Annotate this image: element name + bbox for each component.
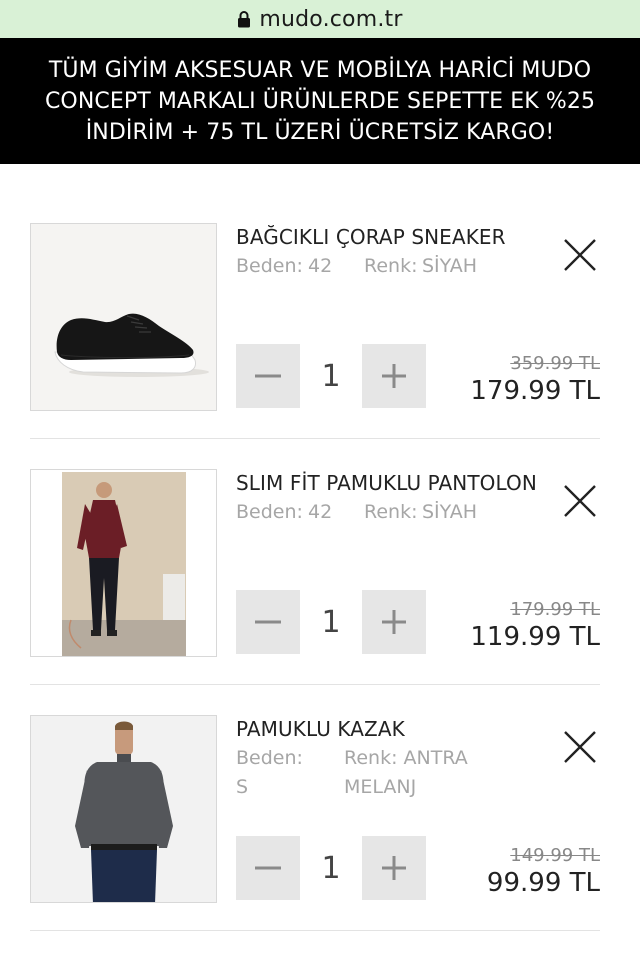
browser-url-bar[interactable]: mudo.com.tr [0, 0, 640, 38]
color-value: SİYAH [422, 501, 478, 523]
product-name[interactable]: BAĞCIKLI ÇORAP SNEAKER [236, 225, 506, 249]
close-icon [564, 485, 596, 517]
plus-icon [382, 856, 406, 880]
sneaker-image [31, 224, 216, 410]
product-image-sneaker[interactable] [30, 223, 217, 411]
decrease-quantity-button[interactable] [236, 836, 300, 900]
remove-item-button[interactable] [562, 729, 598, 765]
product-name[interactable]: PAMUKLU KAZAK [236, 717, 405, 741]
remove-item-button[interactable] [562, 237, 598, 273]
color-value: SİYAH [422, 255, 478, 277]
quantity-value[interactable]: 1 [300, 344, 362, 408]
size-label: Beden: [236, 255, 303, 277]
size-label: Beden: [236, 501, 303, 523]
plus-icon [382, 610, 406, 634]
close-icon [564, 731, 596, 763]
color-label: Renk: [364, 255, 418, 277]
minus-icon [255, 620, 281, 624]
original-price: 149.99 TL [510, 845, 600, 866]
product-image-pants[interactable] [30, 469, 217, 657]
url-text: mudo.com.tr [259, 6, 403, 32]
color-label: Renk: ANTRA [344, 747, 468, 769]
minus-icon [255, 374, 281, 378]
minus-icon [255, 866, 281, 870]
item-divider [30, 930, 600, 931]
product-image-sweater[interactable] [30, 715, 217, 903]
increase-quantity-button[interactable] [362, 836, 426, 900]
promo-line: İNDİRİM + 75 TL ÜZERİ ÜCRETSİZ KARGO! [85, 120, 555, 145]
pants-model-image [31, 470, 216, 656]
quantity-value[interactable]: 1 [300, 590, 362, 654]
close-icon [564, 239, 596, 271]
discounted-price: 119.99 TL [470, 622, 600, 652]
lock-icon [238, 11, 251, 28]
discounted-price: 179.99 TL [470, 376, 600, 406]
quantity-value[interactable]: 1 [300, 836, 362, 900]
size-value: 42 [308, 255, 333, 277]
color-label: Renk: [364, 501, 418, 523]
original-price: 359.99 TL [510, 353, 600, 374]
remove-item-button[interactable] [562, 483, 598, 519]
product-name[interactable]: SLIM FİT PAMUKLU PANTOLON [236, 471, 537, 495]
color-value: MELANJ [344, 776, 417, 798]
decrease-quantity-button[interactable] [236, 344, 300, 408]
promo-line: CONCEPT MARKALI ÜRÜNLERDE SEPETTE EK %25 [44, 89, 596, 114]
increase-quantity-button[interactable] [362, 590, 426, 654]
decrease-quantity-button[interactable] [236, 590, 300, 654]
promo-banner: TÜM GİYİM AKSESUAR VE MOBİLYA HARİCİ MUD… [0, 38, 640, 164]
discounted-price: 99.99 TL [486, 868, 600, 898]
sweater-model-image [31, 716, 216, 902]
size-value: S [236, 776, 249, 798]
increase-quantity-button[interactable] [362, 344, 426, 408]
size-label: Beden: [236, 747, 303, 769]
cart-item: BAĞCIKLI ÇORAP SNEAKER Beden: 42 Renk: S… [0, 164, 640, 439]
promo-line: TÜM GİYİM AKSESUAR VE MOBİLYA HARİCİ MUD… [48, 58, 592, 83]
size-value: 42 [308, 501, 333, 523]
original-price: 179.99 TL [510, 599, 600, 620]
cart-item: PAMUKLU KAZAK Beden: S Renk: ANTRA MELAN… [0, 656, 640, 931]
cart-item: SLIM FİT PAMUKLU PANTOLON Beden: 42 Renk… [0, 410, 640, 685]
plus-icon [382, 364, 406, 388]
